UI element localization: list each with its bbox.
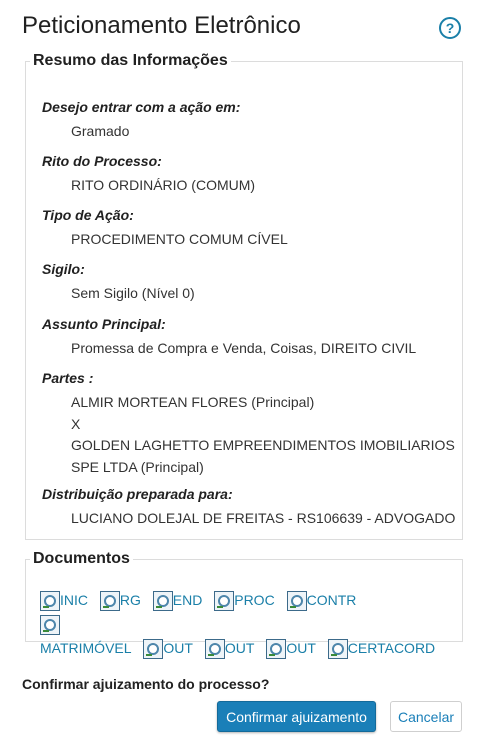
field-partes: Partes : ALMIR MORTEAN FLORES (Principal…: [42, 369, 455, 478]
field-tipo-acao: Tipo de Ação: PROCEDIMENTO COMUM CÍVEL: [42, 206, 288, 251]
field-value: Promessa de Compra e Venda, Coisas, DIRE…: [71, 340, 417, 356]
field-value: LUCIANO DOLEJAL DE FREITAS - RS106639 - …: [71, 510, 456, 526]
document-search-icon: [214, 591, 235, 611]
document-link-proc[interactable]: PROC: [214, 588, 275, 612]
field-value: PROCEDIMENTO COMUM CÍVEL: [71, 231, 288, 247]
resumo-section: Resumo das Informações Desejo entrar com…: [25, 52, 463, 540]
document-link-end[interactable]: END: [152, 588, 202, 612]
field-label: Tipo de Ação:: [42, 207, 134, 223]
field-distribuicao: Distribuição preparada para: LUCIANO DOL…: [42, 485, 455, 530]
field-assunto: Assunto Principal: Promessa de Compra e …: [42, 315, 416, 360]
field-comarca: Desejo entrar com a ação em: Gramado: [42, 98, 240, 143]
cancel-button[interactable]: Cancelar: [390, 701, 462, 732]
field-sigilo: Sigilo: Sem Sigilo (Nível 0): [42, 260, 195, 305]
document-search-icon: [143, 639, 164, 659]
field-value: ALMIR MORTEAN FLORES (Principal) X GOLDE…: [71, 392, 455, 478]
field-label: Desejo entrar com a ação em:: [42, 99, 241, 115]
field-value: Sem Sigilo (Nível 0): [71, 285, 195, 301]
document-link-contr[interactable]: CONTR: [286, 588, 356, 612]
party-autor: ALMIR MORTEAN FLORES (Principal): [71, 394, 315, 410]
field-value: RITO ORDINÁRIO (COMUM): [71, 177, 256, 193]
field-label: Distribuição preparada para:: [42, 486, 233, 502]
documentos-section: Documentos INIC RG END PROC CONTR MATRIM…: [25, 550, 463, 659]
field-label: Sigilo:: [42, 261, 85, 277]
document-list: INIC RG END PROC CONTR MATRIMÓVEL OUT OU…: [40, 588, 450, 660]
document-link-out-2[interactable]: OUT: [204, 636, 254, 660]
document-search-icon: [327, 639, 348, 659]
document-link-inic[interactable]: INIC: [40, 588, 88, 612]
document-search-icon: [152, 591, 173, 611]
document-search-icon: [40, 615, 60, 635]
document-search-icon: [40, 591, 60, 611]
document-link-certacord[interactable]: CERTACORD: [327, 636, 435, 660]
field-label: Rito do Processo:: [42, 153, 162, 169]
document-link-matrimovel[interactable]: MATRIMÓVEL: [40, 612, 132, 660]
confirm-question: Confirmar ajuizamento do processo?: [22, 676, 270, 692]
party-separator: X: [71, 415, 81, 432]
document-search-icon: [99, 591, 120, 611]
document-link-rg[interactable]: RG: [99, 588, 141, 612]
document-search-icon: [266, 639, 287, 659]
party-reu-cont: SPE LTDA (Principal): [71, 458, 204, 475]
field-label: Assunto Principal:: [42, 316, 166, 332]
document-link-out-1[interactable]: OUT: [143, 636, 193, 660]
resumo-legend: Resumo das Informações: [33, 52, 228, 69]
field-rito: Rito do Processo: RITO ORDINÁRIO (COMUM): [42, 152, 255, 197]
document-link-out-3[interactable]: OUT: [266, 636, 316, 660]
party-reu: GOLDEN LAGHETTO EMPREENDIMENTOS IMOBILIA…: [71, 437, 455, 453]
field-value: Gramado: [71, 123, 130, 139]
page-title: Peticionamento Eletrônico: [22, 12, 301, 39]
document-search-icon: [286, 591, 307, 611]
help-icon[interactable]: ?: [439, 17, 461, 39]
confirm-ajuizamento-button[interactable]: Confirmar ajuizamento: [217, 701, 376, 732]
field-label: Partes :: [42, 370, 94, 386]
document-search-icon: [204, 639, 225, 659]
documentos-legend: Documentos: [33, 550, 130, 567]
